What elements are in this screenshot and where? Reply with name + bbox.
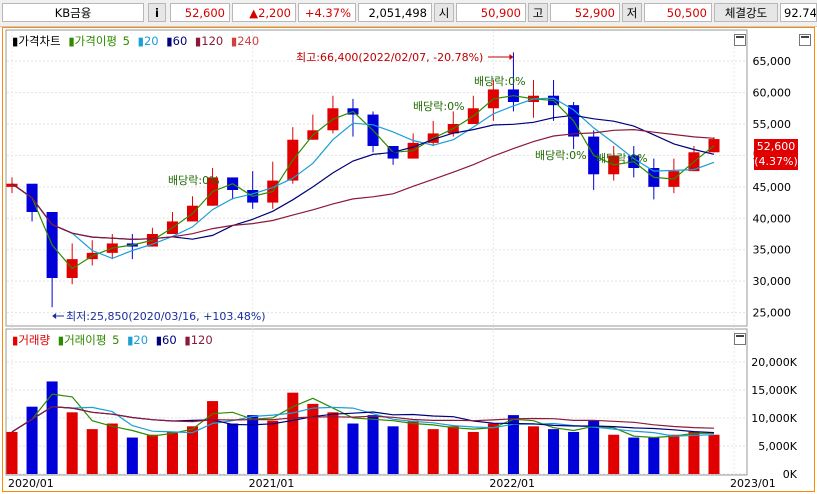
volume-bar	[247, 415, 259, 474]
dividend-annotation: 배당락:0%	[474, 75, 526, 88]
legend-ma120: ▮120	[194, 34, 224, 48]
date-axis-label: 2021/01	[249, 477, 295, 490]
volume-bar	[267, 420, 279, 474]
volume-bar	[588, 420, 600, 474]
date-axis-label: 2020/01	[8, 477, 54, 490]
volume-bar	[447, 426, 459, 474]
legend-vol-ma20: ▮20	[127, 333, 149, 347]
legend-price-title: ▮가격차트	[12, 34, 61, 48]
legend-vol-ma120: ▮120	[184, 333, 213, 347]
volume-bar	[568, 431, 580, 474]
current-price-tag: 52,600 (4.37%)	[754, 139, 798, 170]
volume-bar	[487, 423, 499, 474]
date-axis-label: 2022/01	[489, 477, 535, 490]
dividend-annotation: 배당락:0%	[535, 149, 587, 162]
volume-bar	[648, 437, 660, 474]
stock-chart[interactable]: 최고:66,400(2022/02/07, -20.78%) 최저:25,850(…	[0, 0, 817, 494]
high-annotation: 최고:66,400(2022/02/07, -20.78%)	[296, 51, 483, 64]
price-axis-label: 55,000	[753, 118, 792, 131]
volume-legend[interactable]: ▮거래량 ▮거래이평 5 ▮20 ▮60 ▮120	[12, 332, 217, 348]
volume-bar	[307, 403, 319, 474]
volume-bar	[66, 412, 78, 474]
volume-axis-label: 5,000K	[758, 440, 797, 453]
price-axis-label: 60,000	[753, 87, 792, 100]
low-annotation: 최저:25,850(2020/03/16, +103.48%)	[66, 310, 266, 323]
volume-bar	[688, 431, 700, 474]
legend-ma20: ▮20	[137, 34, 159, 48]
current-price-tag-value: 52,600	[756, 140, 796, 153]
dividend-annotation: 배당락:0%	[168, 174, 220, 187]
legend-volume-ma-label: ▮거래이평 5	[57, 333, 120, 347]
volume-panel-restore-icon[interactable]	[734, 333, 746, 345]
price-axis-label: 65,000	[753, 55, 792, 68]
price-axis-label: 40,000	[753, 212, 792, 225]
volume-bar	[327, 412, 339, 474]
volume-bar	[427, 429, 439, 474]
volume-bar	[527, 426, 540, 474]
volume-bar	[407, 420, 419, 474]
price-panel-restore-icon[interactable]	[799, 34, 811, 46]
volume-axis-label: 15,000K	[751, 384, 797, 397]
volume-bar	[708, 434, 720, 474]
volume-bar	[548, 429, 560, 474]
volume-bar	[6, 431, 18, 474]
volume-bar	[387, 426, 399, 474]
legend-vol-ma60: ▮60	[155, 333, 177, 347]
dividend-annotation: 배당락:0%	[413, 100, 465, 113]
price-axis-label: 30,000	[753, 275, 792, 288]
volume-bar	[347, 423, 359, 474]
price-axis-label: 45,000	[753, 181, 792, 194]
legend-volume-title: ▮거래량	[12, 333, 51, 347]
volume-bar	[668, 434, 680, 474]
volume-bar	[186, 426, 199, 474]
volume-bar	[146, 434, 158, 474]
volume-bar	[467, 431, 479, 474]
legend-price-ma-label: ▮가격이평 5	[68, 34, 130, 48]
volume-axis-label: 20,000K	[751, 356, 797, 369]
volume-bar	[166, 431, 178, 474]
price-panel-maximize-icon[interactable]	[734, 34, 746, 46]
volume-bar	[106, 423, 118, 474]
price-axis-label: 35,000	[753, 244, 792, 257]
price-legend[interactable]: ▮가격차트 ▮가격이평 5 ▮20 ▮60 ▮120 ▮240	[12, 33, 263, 49]
price-axis-label: 25,000	[753, 307, 792, 320]
volume-axis-label: 10,000K	[751, 412, 797, 425]
current-price-tag-pct: (4.37%)	[754, 155, 798, 168]
legend-ma240: ▮240	[230, 34, 260, 48]
volume-bar	[367, 415, 379, 474]
date-axis-label: 2023/01	[730, 477, 776, 490]
candle-body	[708, 139, 720, 153]
volume-bar	[207, 401, 219, 474]
volume-bar	[126, 437, 138, 474]
legend-ma60: ▮60	[166, 34, 188, 48]
volume-bar	[86, 429, 98, 474]
volume-bar	[227, 423, 239, 474]
volume-axis-label: 0K	[783, 468, 798, 481]
volume-bar	[628, 437, 640, 474]
dividend-annotation: 배당락:0%	[596, 152, 648, 165]
volume-bar	[608, 434, 620, 474]
volume-bar	[46, 381, 58, 474]
